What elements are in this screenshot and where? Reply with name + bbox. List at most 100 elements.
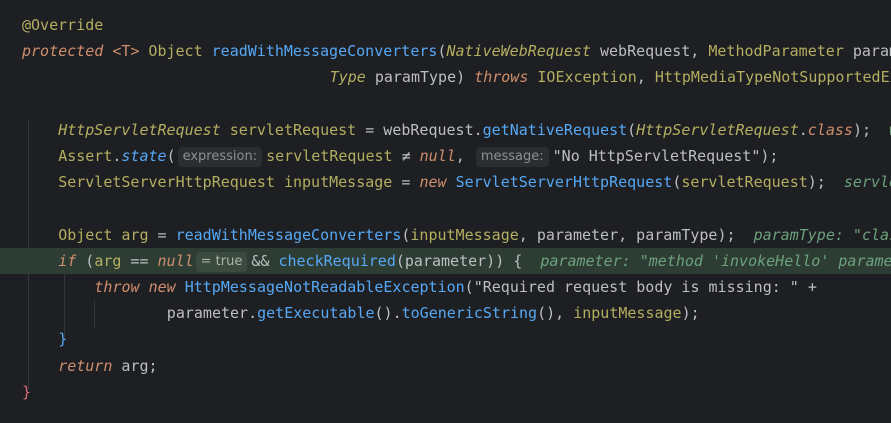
inline-debug-value: paramType: "class <box>753 225 891 244</box>
code-token: ( <box>627 120 637 139</box>
code-token: } <box>22 382 32 401</box>
code-token: , <box>636 68 655 87</box>
code-token: IOException <box>537 68 637 87</box>
code-token: inputMessage <box>283 173 393 192</box>
code-content: parameter.getExecutable().toGenericStrin… <box>167 300 700 326</box>
code-token: (). <box>374 304 402 323</box>
code-token: ) { <box>495 251 541 270</box>
code-token: state <box>121 147 167 165</box>
code-line[interactable]: } <box>0 326 891 352</box>
code-token: HttpMediaTypeNotSupportedException <box>654 68 891 87</box>
code-line[interactable] <box>0 195 891 221</box>
code-token: } <box>58 330 68 349</box>
code-token: parameter, <box>852 42 891 61</box>
code-line[interactable] <box>0 91 891 117</box>
code-token: parameter. <box>166 304 258 323</box>
code-token: paramType) <box>365 68 475 87</box>
code-line[interactable]: return arg; <box>0 353 891 379</box>
code-line[interactable]: } <box>0 379 891 405</box>
code-content: return arg; <box>58 353 157 379</box>
code-token: Type <box>329 68 366 87</box>
code-token: ); <box>852 120 890 139</box>
code-token: = <box>148 225 176 244</box>
code-content: Type paramType) throws IOException, Http… <box>330 64 891 90</box>
code-token: return <box>58 356 113 375</box>
code-token: HttpServletRequest <box>636 120 799 139</box>
code-token: "Required request body is missing: " <box>473 278 799 296</box>
code-content: Assert.state(expression: servletRequest ≠… <box>58 143 778 169</box>
code-token: throws <box>474 68 529 87</box>
parameter-hint: message: <box>475 147 549 167</box>
code-content: } <box>22 379 31 405</box>
code-token: inputMessage <box>410 225 519 244</box>
code-line[interactable]: Type paramType) throws IOException, Http… <box>0 64 891 90</box>
code-token: @Override <box>22 16 104 34</box>
code-content: if (arg == null = true && checkRequired(pa… <box>58 248 891 274</box>
code-token: <T> <box>112 42 140 61</box>
code-token: checkRequired <box>278 251 396 270</box>
code-token: null <box>419 147 456 165</box>
code-token: throw <box>94 278 140 296</box>
code-line[interactable]: Assert.state(expression: servletRequest ≠… <box>0 143 891 169</box>
code-token: if <box>58 251 77 270</box>
code-line-execution-point[interactable]: if (arg == null = true && checkRequired(pa… <box>0 247 891 274</box>
code-token: (parameter) <box>395 251 496 270</box>
code-token: Object <box>139 42 212 61</box>
code-token: ServletServerHttpRequest <box>58 173 275 192</box>
code-line[interactable]: parameter.getExecutable().toGenericStrin… <box>0 300 891 326</box>
code-line[interactable]: protected <T> Object readWithMessageConv… <box>0 38 891 64</box>
code-token: (), <box>537 304 574 323</box>
code-line[interactable]: HttpServletRequest servletRequest = webR… <box>0 117 891 143</box>
code-line[interactable]: Object arg = readWithMessageConverters(i… <box>0 222 891 248</box>
code-token: ( <box>166 147 176 165</box>
code-token: = webRequest. <box>356 120 483 139</box>
code-token: MethodParameter <box>708 42 844 61</box>
inline-debug-value: parameter: "method 'invokeHello' parame <box>540 251 891 270</box>
code-token: arg <box>94 251 122 270</box>
code-token: Object <box>58 225 113 244</box>
code-token: null <box>157 251 194 270</box>
parameter-hint: expression: <box>177 147 263 167</box>
inline-debug-value: servletRequest <box>843 173 891 192</box>
code-content: } <box>58 326 67 352</box>
code-content: ServletServerHttpRequest inputMessage = … <box>58 169 891 195</box>
code-token: toGenericString <box>401 304 538 323</box>
code-token: ); <box>681 304 700 323</box>
code-token: getExecutable <box>257 304 375 323</box>
code-token: servletRequest <box>266 147 393 165</box>
code-token: arg <box>121 225 149 244</box>
code-token: arg; <box>112 356 158 375</box>
code-line[interactable]: ServletServerHttpRequest inputMessage = … <box>0 169 891 195</box>
code-token: ); <box>760 147 779 165</box>
code-token: ( <box>464 278 474 296</box>
code-token: readWithMessageConverters <box>175 225 402 244</box>
code-token: HttpMessageNotReadableException <box>184 278 465 296</box>
code-token: HttpServletRequest <box>58 120 221 139</box>
code-content: throw new HttpMessageNotReadableExceptio… <box>94 274 816 300</box>
code-token: servletRequest <box>229 120 357 139</box>
code-token: Assert <box>58 147 113 165</box>
code-token: ( <box>672 173 682 192</box>
code-token: , parameter, paramType); <box>518 225 754 244</box>
code-token: inputMessage <box>573 304 682 323</box>
code-editor[interactable]: @Override protected <T> Object readWithMe… <box>0 0 891 423</box>
code-token: && <box>251 251 279 270</box>
code-token: new <box>419 173 447 192</box>
code-token: readWithMessageConverters <box>211 42 438 61</box>
code-content: @Override <box>22 12 103 38</box>
code-token: ( <box>76 251 95 270</box>
code-token: == <box>121 251 158 270</box>
code-line[interactable]: throw new HttpMessageNotReadableExceptio… <box>0 274 891 300</box>
code-token: new <box>148 278 176 296</box>
code-content: protected <T> Object readWithMessageConv… <box>22 38 891 64</box>
inline-debug-value: = true <box>195 251 248 272</box>
code-token: . <box>798 120 808 139</box>
code-token: getNativeRequest <box>482 120 628 139</box>
code-token: ≠ <box>392 147 420 165</box>
code-line[interactable]: @Override <box>0 12 891 38</box>
